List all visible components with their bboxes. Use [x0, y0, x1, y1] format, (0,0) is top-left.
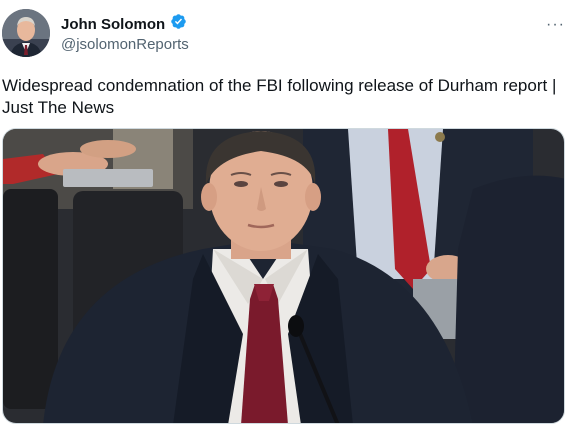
tweet-media-photo[interactable]	[2, 128, 565, 424]
author-handle[interactable]: @jsolomonReports	[61, 36, 189, 53]
author-name[interactable]: John Solomon	[61, 16, 165, 33]
author-name-row: John Solomon	[61, 13, 187, 35]
verified-badge-icon	[170, 13, 187, 35]
tweet-text: Widespread condemnation of the FBI follo…	[2, 76, 557, 117]
more-options-icon[interactable]: ···	[546, 16, 565, 34]
avatar[interactable]	[2, 9, 50, 57]
